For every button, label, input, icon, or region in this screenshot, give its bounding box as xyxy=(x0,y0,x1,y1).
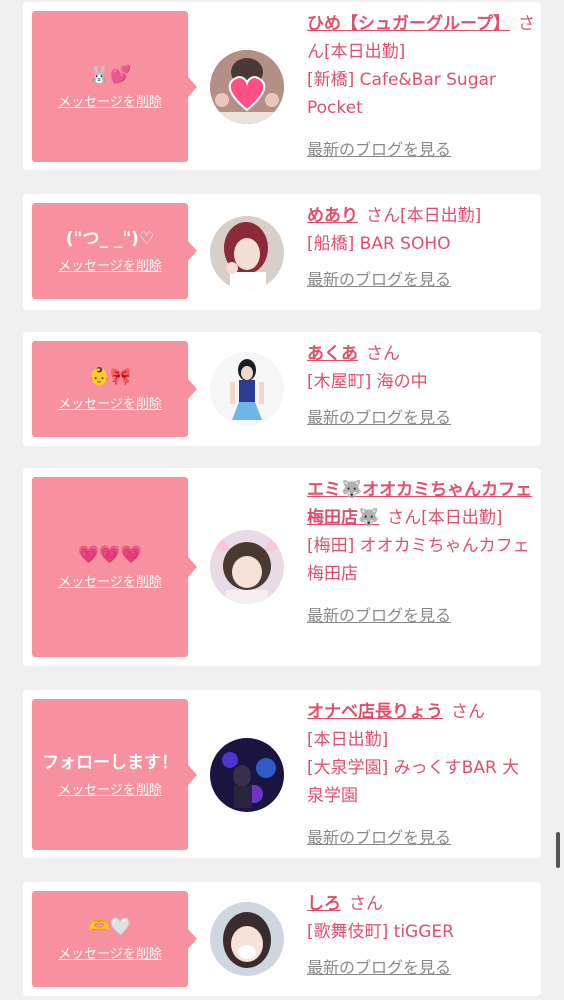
honorific: さん xyxy=(451,702,485,722)
message-text: フォローします！ xyxy=(42,752,178,773)
shop-location: [梅田] オオカミちゃんカフェ梅田店 xyxy=(307,536,530,584)
user-name-link[interactable]: オナベ店長りょう xyxy=(307,702,443,722)
avatar[interactable] xyxy=(210,50,284,124)
honorific: さん xyxy=(387,508,422,528)
message-bubble: 🫶🤍 メッセージを削除 xyxy=(32,891,197,987)
avatar-image xyxy=(210,902,284,976)
avatar-image xyxy=(210,530,284,604)
user-info: あくあ さん [木屋町] 海の中 最新のブログを見る xyxy=(307,340,535,432)
latest-blog-link[interactable]: 最新のブログを見る xyxy=(307,266,451,294)
status-label: [本日出勤] xyxy=(400,206,482,226)
status-label: [本日出勤] xyxy=(324,42,406,62)
shop-location: [木屋町] 海の中 xyxy=(307,372,428,392)
avatar[interactable] xyxy=(210,352,284,426)
delete-message-link[interactable]: メッセージを削除 xyxy=(58,779,162,798)
avatar[interactable] xyxy=(210,738,284,812)
message-card: ("つ_ _")♡ メッセージを削除 めあり さん[本日出勤] [船橋] BAR … xyxy=(23,194,541,310)
message-bubble: ("つ_ _")♡ メッセージを削除 xyxy=(32,203,197,299)
message-card: 👶🎀 メッセージを削除 あくあ さん [木屋町] 海の中 最新のブログを見る xyxy=(23,332,541,446)
message-card: 🫶🤍 メッセージを削除 しろ さん [歌舞伎町] tiGGER 最新のブログを見る xyxy=(23,882,541,996)
avatar-image xyxy=(210,216,284,290)
message-bubble: フォローします！ メッセージを削除 xyxy=(32,699,197,850)
latest-blog-link[interactable]: 最新のブログを見る xyxy=(307,602,451,630)
message-text: 👶🎀 xyxy=(88,367,132,387)
avatar-image xyxy=(210,738,284,812)
delete-message-link[interactable]: メッセージを削除 xyxy=(58,255,162,274)
delete-message-link[interactable]: メッセージを削除 xyxy=(58,393,162,412)
user-info: エミ🐺オオカミちゃんカフェ梅田店🐺 さん[本日出勤] [梅田] オオカミちゃんカフ… xyxy=(307,476,535,630)
message-card: フォローします！ メッセージを削除 オナベ店長りょう さん [本日出勤] [大泉学… xyxy=(23,690,541,858)
status-label: [本日出勤] xyxy=(307,730,389,750)
status-label: [本日出勤] xyxy=(421,508,503,528)
user-name-link[interactable]: めあり xyxy=(307,206,358,226)
message-card: 💗💗💗 メッセージを削除 エミ🐺オオカミちゃんカフェ梅田店🐺 さん[本日出勤] [… xyxy=(23,468,541,666)
message-text: 🫶🤍 xyxy=(88,917,132,937)
shop-location: [大泉学園] みっくすBAR 大泉学園 xyxy=(307,758,520,806)
latest-blog-link[interactable]: 最新のブログを見る xyxy=(307,954,451,982)
latest-blog-link[interactable]: 最新のブログを見る xyxy=(307,824,451,852)
shop-location: [船橋] BAR SOHO xyxy=(307,234,451,254)
shop-location: [新橋] Cafe&Bar Sugar Pocket xyxy=(307,70,496,118)
user-info: しろ さん [歌舞伎町] tiGGER 最新のブログを見る xyxy=(307,890,535,982)
latest-blog-link[interactable]: 最新のブログを見る xyxy=(307,404,451,432)
message-text: 💗💗💗 xyxy=(78,545,142,565)
user-info: オナベ店長りょう さん [本日出勤] [大泉学園] みっくすBAR 大泉学園 最新… xyxy=(307,698,535,852)
avatar-image xyxy=(210,352,284,426)
user-name-link[interactable]: あくあ xyxy=(307,344,358,364)
shop-location: [歌舞伎町] tiGGER xyxy=(307,922,454,942)
user-name-link[interactable]: ひめ【シュガーグループ】 xyxy=(307,14,510,34)
user-info: めあり さん[本日出勤] [船橋] BAR SOHO 最新のブログを見る xyxy=(307,202,535,294)
latest-blog-link[interactable]: 最新のブログを見る xyxy=(307,136,451,164)
avatar[interactable] xyxy=(210,530,284,604)
message-bubble: 🐰💕 メッセージを削除 xyxy=(32,11,197,162)
user-name-link[interactable]: しろ xyxy=(307,894,341,914)
honorific: さん xyxy=(349,894,383,914)
message-bubble: 👶🎀 メッセージを削除 xyxy=(32,341,197,437)
message-text: ("つ_ _")♡ xyxy=(65,229,155,249)
user-info: ひめ【シュガーグループ】 さん[本日出勤] [新橋] Cafe&Bar Sugar… xyxy=(307,10,535,164)
avatar[interactable] xyxy=(210,902,284,976)
scrollbar[interactable] xyxy=(556,832,560,868)
delete-message-link[interactable]: メッセージを削除 xyxy=(58,91,162,110)
delete-message-link[interactable]: メッセージを削除 xyxy=(58,943,162,962)
avatar[interactable] xyxy=(210,216,284,290)
delete-message-link[interactable]: メッセージを削除 xyxy=(58,571,162,590)
message-text: 🐰💕 xyxy=(88,64,132,85)
message-bubble: 💗💗💗 メッセージを削除 xyxy=(32,477,197,657)
message-list-page: 🐰💕 メッセージを削除 ひめ【シュガーグループ】 さん[本日出勤] [新橋] Ca… xyxy=(0,0,564,1000)
message-card: 🐰💕 メッセージを削除 ひめ【シュガーグループ】 さん[本日出勤] [新橋] Ca… xyxy=(23,2,541,170)
honorific: さん xyxy=(366,344,400,364)
avatar-image xyxy=(210,50,284,124)
honorific: さん xyxy=(366,206,400,226)
